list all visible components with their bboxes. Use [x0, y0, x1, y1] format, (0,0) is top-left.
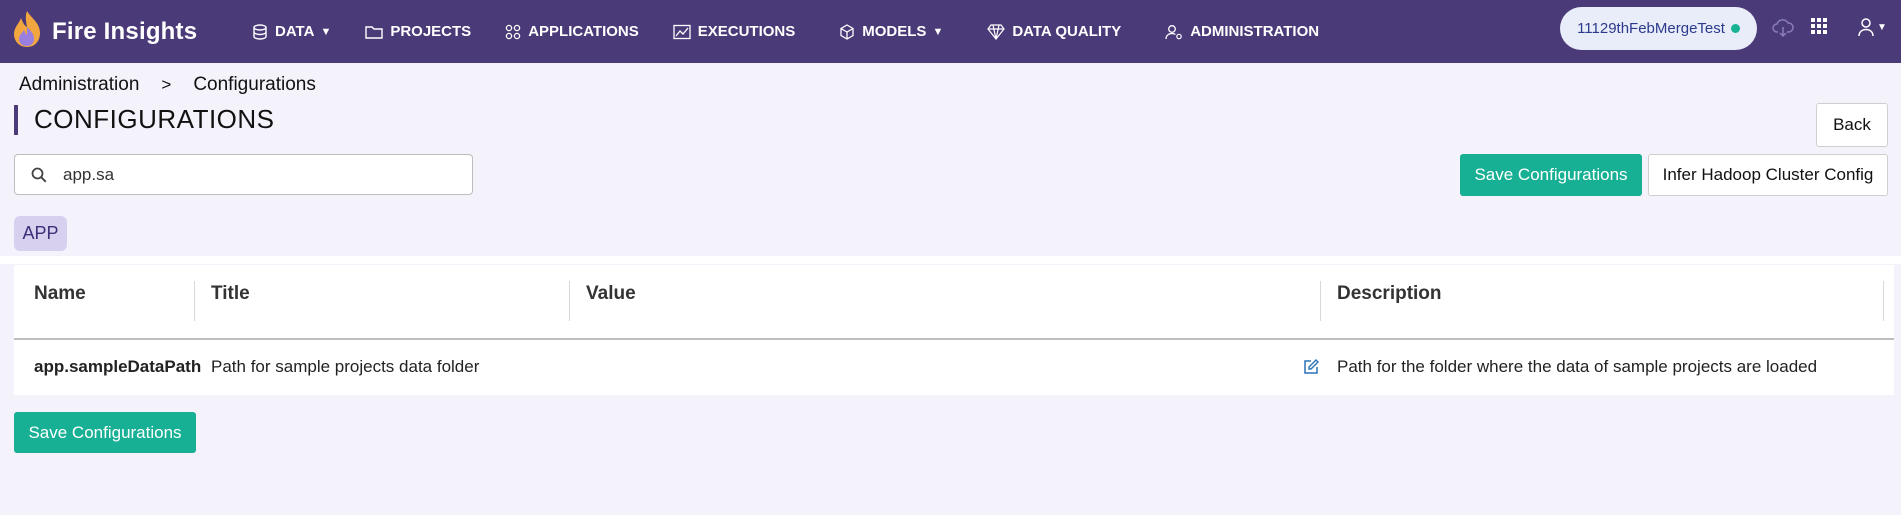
title-accent-bar [14, 105, 18, 135]
save-configurations-label: Save Configurations [1474, 165, 1628, 184]
nav-applications[interactable]: APPLICATIONS [495, 0, 649, 63]
column-header-description[interactable]: Description [1337, 283, 1442, 305]
search-icon [31, 167, 47, 183]
nav-applications-label: APPLICATIONS [528, 23, 639, 40]
nav-executions-label: EXECUTIONS [697, 23, 796, 40]
database-icon [253, 23, 267, 40]
workspace-selector[interactable]: 11129thFebMergeTest [1560, 7, 1757, 50]
save-configurations-bottom-button[interactable]: Save Configurations [14, 412, 196, 453]
line-chart-icon [673, 24, 691, 39]
filter-chip-label: APP [22, 223, 59, 243]
nav-data-quality[interactable]: DATA QUALITY [977, 0, 1131, 63]
nav-executions[interactable]: EXECUTIONS [663, 0, 806, 63]
back-button[interactable]: Back [1816, 103, 1888, 147]
back-button-label: Back [1833, 115, 1871, 134]
caret-down-icon: ▼ [1877, 21, 1887, 33]
column-divider[interactable] [569, 281, 570, 321]
search-box[interactable] [14, 154, 473, 195]
table-header-border [14, 338, 1894, 340]
save-configurations-button[interactable]: Save Configurations [1460, 154, 1642, 196]
caret-down-icon: ▼ [932, 25, 944, 38]
nav-projects[interactable]: PROJECTS [355, 0, 481, 63]
save-configurations-bottom-label: Save Configurations [28, 422, 182, 442]
brand-name: Fire Insights [52, 17, 198, 45]
filter-chip-app[interactable]: APP [14, 216, 67, 251]
column-divider[interactable] [1320, 281, 1321, 321]
page-title: CONFIGURATIONS [34, 104, 275, 134]
search-input[interactable] [61, 163, 445, 186]
chevron-right-icon: > [161, 75, 172, 94]
breadcrumb-administration[interactable]: Administration [19, 74, 139, 96]
column-header-title[interactable]: Title [211, 283, 250, 305]
workspace-status-dot [1730, 24, 1740, 33]
diamond-icon [987, 23, 1006, 40]
fire-logo-icon [10, 9, 44, 54]
nav-projects-label: PROJECTS [390, 23, 472, 40]
nav-data-quality-label: DATA QUALITY [1012, 23, 1122, 40]
cell-description: Path for the folder where the data of sa… [1337, 357, 1818, 376]
cell-title: Path for sample projects data folder [211, 357, 480, 376]
nav-administration[interactable]: ADMINISTRATION [1155, 0, 1329, 63]
section-divider [0, 256, 1901, 264]
apps-grid-icon[interactable] [1810, 17, 1828, 35]
edit-icon[interactable] [1303, 358, 1320, 380]
user-gear-icon [1165, 24, 1183, 39]
column-divider[interactable] [1883, 281, 1884, 321]
nav-administration-label: ADMINISTRATION [1190, 23, 1320, 40]
nav-models[interactable]: MODELS ▼ [829, 0, 953, 63]
cloud-upload-icon[interactable] [1772, 17, 1794, 39]
brand[interactable]: Fire Insights [10, 9, 242, 54]
column-header-value[interactable]: Value [586, 283, 636, 305]
column-divider[interactable] [194, 281, 195, 321]
nav-data-label: DATA [275, 23, 315, 40]
breadcrumb: Administration > Configurations [19, 74, 316, 96]
grid-circles-icon [505, 24, 521, 39]
column-header-name[interactable]: Name [34, 283, 86, 305]
cell-name: app.sampleDataPath [34, 357, 202, 376]
nav-models-label: MODELS [862, 23, 927, 40]
nav-data[interactable]: DATA ▼ [242, 0, 341, 63]
cube-icon [840, 23, 854, 40]
breadcrumb-configurations: Configurations [193, 74, 316, 95]
caret-down-icon: ▼ [320, 25, 332, 38]
workspace-name: 11129thFebMergeTest [1577, 20, 1725, 37]
user-menu-icon[interactable]: ▼ [1857, 17, 1887, 37]
folder-icon [365, 25, 384, 39]
top-navbar: Fire Insights DATA ▼ PROJECTS APPLICATIO… [0, 0, 1901, 63]
infer-hadoop-config-button[interactable]: Infer Hadoop Cluster Config [1648, 154, 1888, 196]
infer-hadoop-config-label: Infer Hadoop Cluster Config [1662, 165, 1874, 184]
